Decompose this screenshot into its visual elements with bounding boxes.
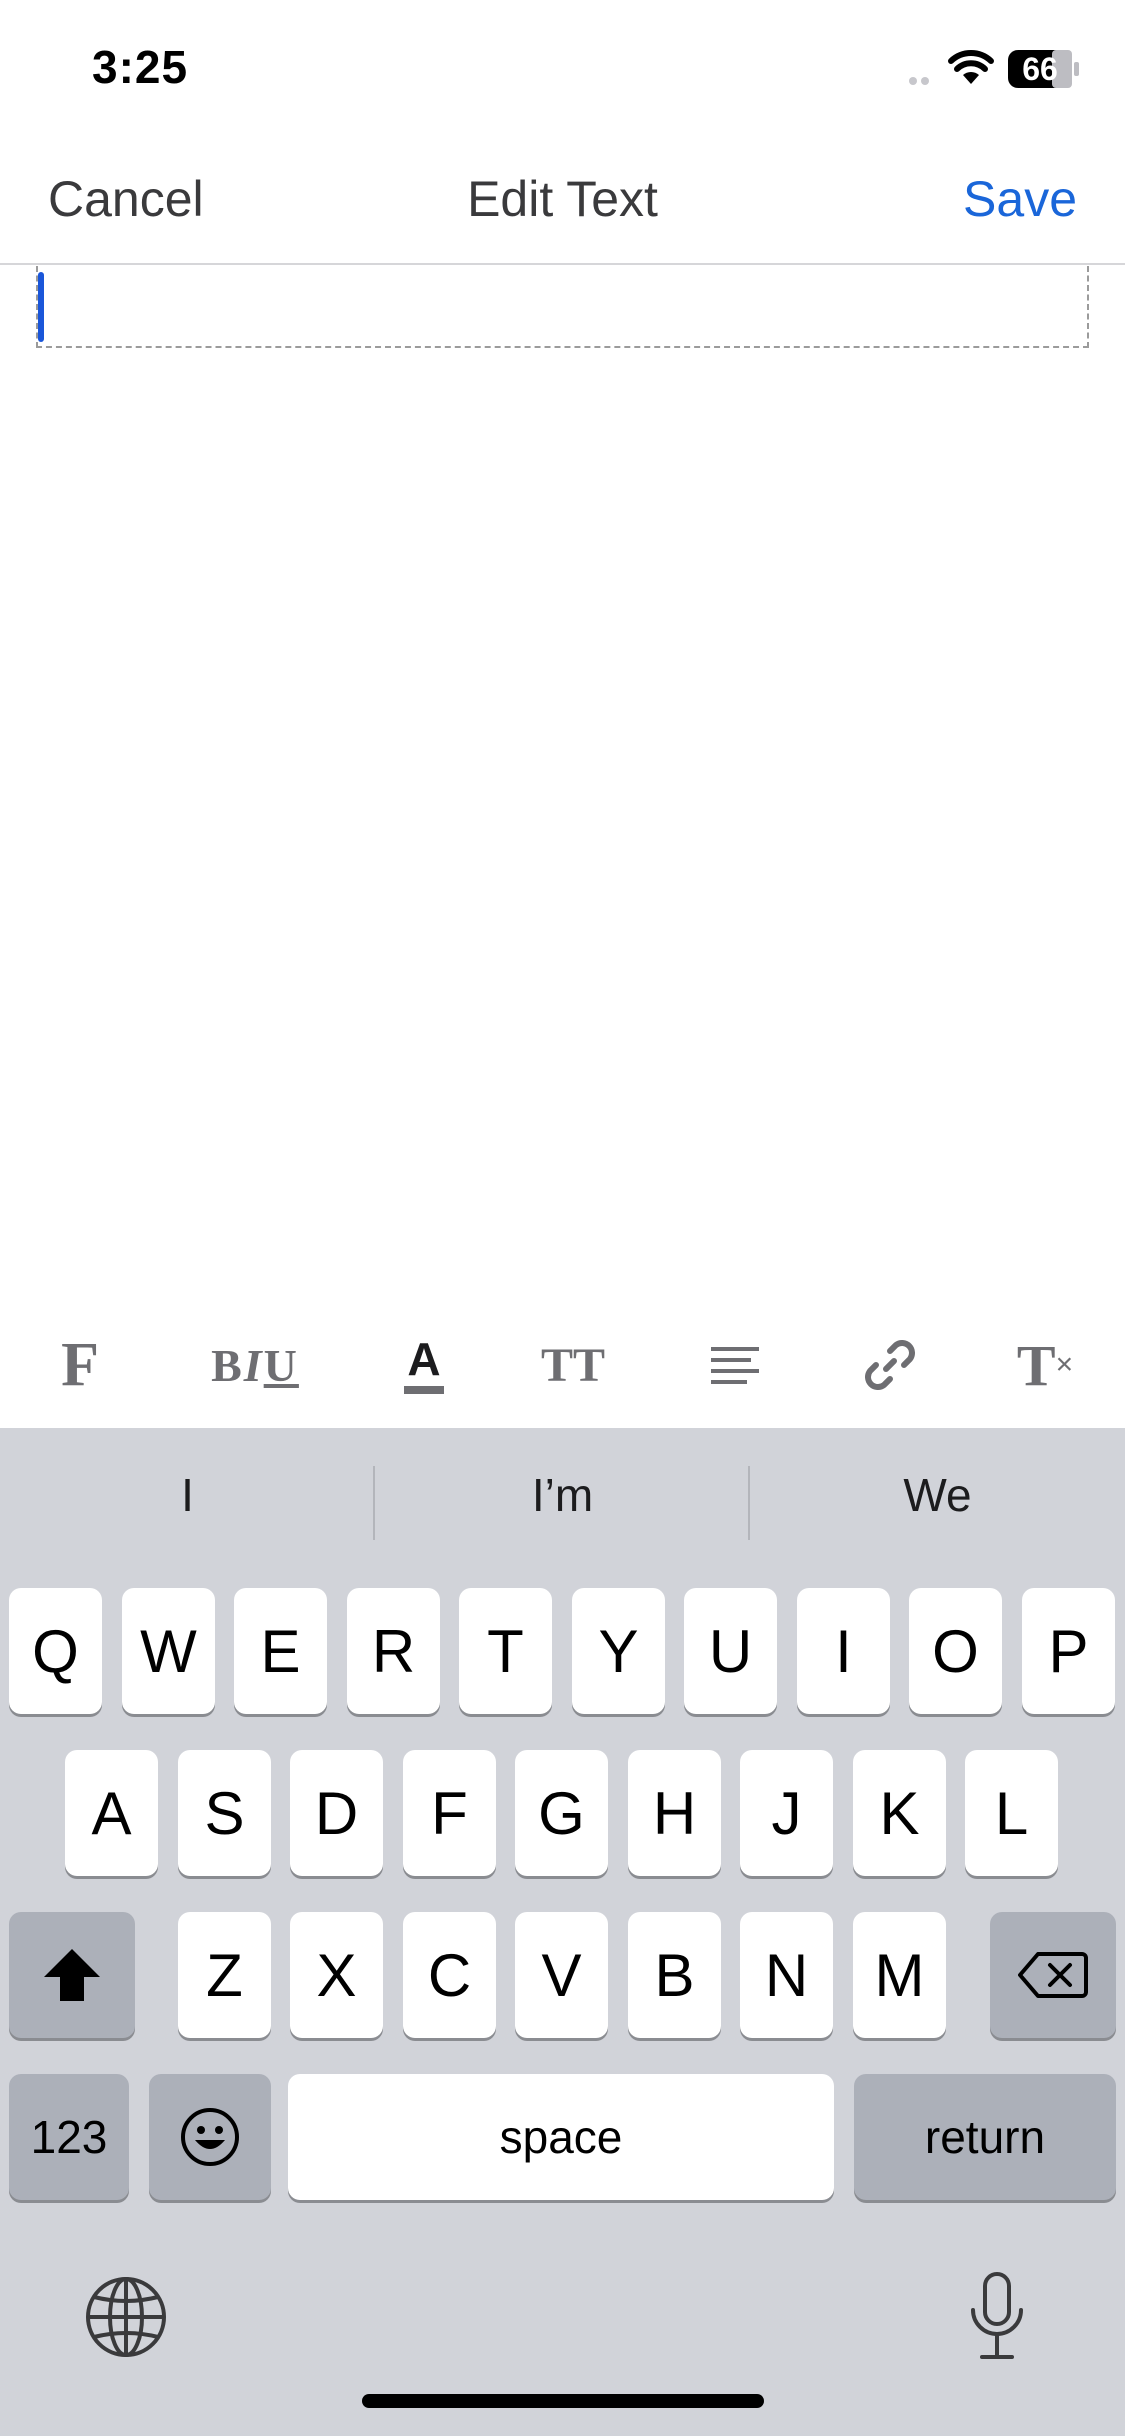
link-icon[interactable] <box>845 1320 935 1410</box>
shift-icon <box>44 1949 100 2001</box>
clear-format-glyph: T <box>1016 1332 1056 1398</box>
return-key[interactable]: return <box>854 2074 1116 2200</box>
key-b[interactable]: B <box>628 1912 721 2038</box>
key-c[interactable]: C <box>403 1912 496 2038</box>
key-t[interactable]: T <box>459 1588 552 1714</box>
text-size-icon[interactable]: TT <box>528 1320 618 1410</box>
suggestion-item[interactable]: We <box>750 1468 1125 1522</box>
key-h[interactable]: H <box>628 1750 721 1876</box>
globe-icon[interactable] <box>84 2275 168 2359</box>
key-z[interactable]: Z <box>178 1912 271 2038</box>
text-cursor <box>38 272 44 342</box>
key-q[interactable]: Q <box>9 1588 102 1714</box>
key-d[interactable]: D <box>290 1750 383 1876</box>
keyboard: I I’m We Q W E R T Y U I O P A S D F G H… <box>0 1428 1125 2436</box>
delete-key[interactable] <box>990 1912 1116 2038</box>
key-l[interactable]: L <box>965 1750 1058 1876</box>
key-m[interactable]: M <box>853 1912 946 2038</box>
space-key[interactable]: space <box>288 2074 834 2200</box>
key-x[interactable]: X <box>290 1912 383 2038</box>
key-n[interactable]: N <box>740 1912 833 2038</box>
status-bar: 3:25 66 <box>0 0 1125 140</box>
underline-glyph: U <box>263 1339 299 1391</box>
signal-icon <box>909 77 929 85</box>
bold-glyph: B <box>211 1339 244 1391</box>
text-color-letter: A <box>407 1333 441 1385</box>
save-button[interactable]: Save <box>963 170 1077 228</box>
delete-icon <box>1018 1952 1088 1998</box>
key-w[interactable]: W <box>122 1588 215 1714</box>
edit-text-screen: 3:25 66 Cancel Edit Text Save F B I U A … <box>0 0 1125 2436</box>
key-s[interactable]: S <box>178 1750 271 1876</box>
emoji-icon <box>181 2108 239 2166</box>
navigation-bar: Cancel Edit Text Save <box>0 140 1125 265</box>
wifi-icon <box>948 50 994 84</box>
battery-level: 66 <box>1022 51 1058 87</box>
key-i[interactable]: I <box>797 1588 890 1714</box>
clear-format-icon[interactable]: T × <box>1000 1320 1090 1410</box>
microphone-icon[interactable] <box>966 2270 1028 2362</box>
format-toolbar: F B I U A TT T × <box>0 1300 1125 1428</box>
key-f[interactable]: F <box>403 1750 496 1876</box>
emoji-key[interactable] <box>149 2074 271 2200</box>
key-k[interactable]: K <box>853 1750 946 1876</box>
shift-key[interactable] <box>9 1912 135 2038</box>
text-color-swatch <box>404 1386 444 1394</box>
italic-glyph: I <box>243 1339 264 1391</box>
bold-italic-underline-icon[interactable]: B I U <box>190 1320 320 1410</box>
align-icon[interactable] <box>690 1320 780 1410</box>
suggestion-bar: I I’m We <box>0 1428 1125 1578</box>
key-v[interactable]: V <box>515 1912 608 2038</box>
numbers-key[interactable]: 123 <box>9 2074 129 2200</box>
key-e[interactable]: E <box>234 1588 327 1714</box>
key-r[interactable]: R <box>347 1588 440 1714</box>
key-g[interactable]: G <box>515 1750 608 1876</box>
suggestion-item[interactable]: I <box>0 1468 375 1522</box>
font-icon[interactable]: F <box>40 1320 120 1410</box>
key-a[interactable]: A <box>65 1750 158 1876</box>
status-time: 3:25 <box>92 41 189 93</box>
suggestion-item[interactable]: I’m <box>375 1468 750 1522</box>
text-color-icon[interactable]: A <box>380 1320 468 1410</box>
clear-format-x: × <box>1055 1348 1074 1381</box>
text-editor-field[interactable] <box>36 266 1089 348</box>
page-title: Edit Text <box>467 171 658 227</box>
key-u[interactable]: U <box>684 1588 777 1714</box>
key-o[interactable]: O <box>909 1588 1002 1714</box>
key-p[interactable]: P <box>1022 1588 1115 1714</box>
home-indicator <box>362 2394 764 2408</box>
key-j[interactable]: J <box>740 1750 833 1876</box>
key-y[interactable]: Y <box>572 1588 665 1714</box>
